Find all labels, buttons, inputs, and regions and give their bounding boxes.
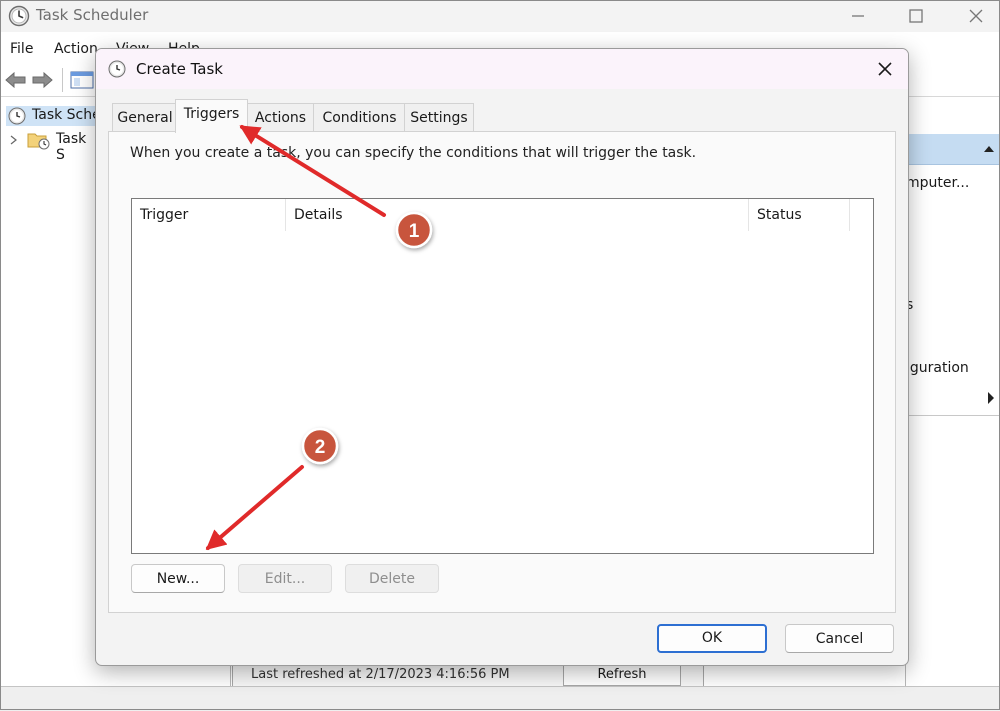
cancel-button[interactable]: Cancel [785,624,894,653]
main-titlebar: Task Scheduler [0,0,1000,32]
actions-pane-header[interactable] [905,134,1000,165]
tab-settings[interactable]: Settings [404,103,474,132]
dialog-titlebar: Create Task [96,49,908,89]
clock-icon [108,60,126,82]
dialog-title: Create Task [136,60,223,78]
triggers-list-header: Trigger Details Status [132,199,873,231]
collapse-up-icon[interactable] [983,144,995,154]
tree-root-label: Task Sche [32,107,101,123]
triggers-list[interactable]: Trigger Details Status [131,198,874,554]
create-task-dialog: Create Task General Triggers Actions Con… [95,48,909,666]
window-close-icon[interactable] [964,4,988,28]
last-refreshed-text: Last refreshed at 2/17/2023 4:16:56 PM [251,667,510,682]
forward-arrow-icon[interactable] [30,70,54,94]
chevron-right-icon[interactable] [8,134,20,146]
folder-clock-icon [27,133,50,150]
maximize-icon[interactable] [904,4,928,28]
dialog-close-icon[interactable] [874,58,896,80]
refresh-button[interactable]: Refresh [563,664,681,686]
back-arrow-icon[interactable] [4,70,28,94]
ok-button[interactable]: OK [657,624,767,653]
actions-separator [905,415,1000,416]
minimize-icon[interactable] [846,4,870,28]
tab-triggers[interactable]: Triggers [175,99,248,133]
tab-actions[interactable]: Actions [246,103,315,132]
triggers-instruction-text: When you create a task, you can specify … [130,145,697,161]
clock-icon [8,107,26,125]
column-header-trigger[interactable]: Trigger [132,199,286,231]
column-header-details[interactable]: Details [286,199,749,231]
action-connect-computer[interactable]: mputer... [906,175,969,191]
tab-general[interactable]: General [112,103,178,132]
new-trigger-button[interactable]: New... [131,564,225,593]
action-configuration[interactable]: iguration [906,360,969,376]
main-window-title: Task Scheduler [36,6,149,24]
delete-trigger-button[interactable]: Delete [345,564,439,593]
tree-child-label: Task S [56,131,87,163]
menu-action[interactable]: Action [54,41,98,57]
menu-file[interactable]: File [10,41,33,57]
status-bar [0,686,1000,711]
edit-trigger-button[interactable]: Edit... [238,564,332,593]
submenu-arrow-icon[interactable] [986,391,996,405]
show-hide-console-tree-icon[interactable] [70,70,96,94]
tab-conditions[interactable]: Conditions [313,103,406,132]
column-header-status[interactable]: Status [749,199,850,231]
task-scheduler-clock-icon [8,5,30,31]
toolbar-separator [62,68,63,92]
